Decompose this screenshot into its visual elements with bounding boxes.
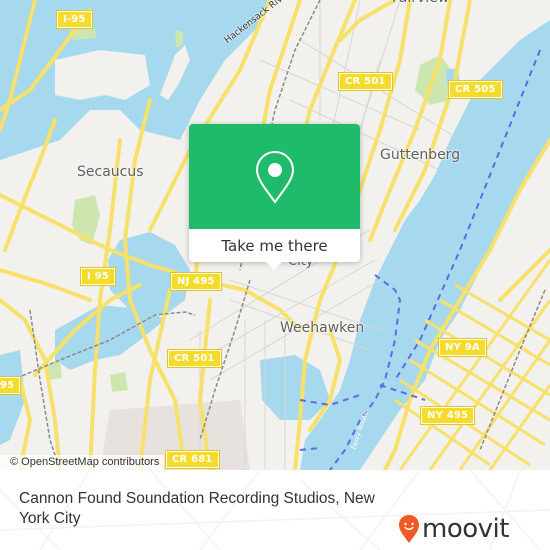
moovit-logo-text: moovit (422, 514, 509, 544)
moovit-pin-icon (399, 515, 419, 543)
moovit-logo[interactable]: moovit (398, 514, 509, 544)
popup-header (189, 124, 360, 229)
road-shield-i95-left: 95 (0, 376, 22, 395)
place-label-weehawken: Weehawken (280, 320, 365, 336)
road-shield-nj495: NJ 495 (170, 272, 222, 291)
place-label-guttenberg: Guttenberg (380, 147, 461, 163)
popup-tail (266, 262, 282, 270)
road-shield-cr501-mid: CR 501 (167, 349, 222, 368)
place-label-secaucus: Secaucus (77, 164, 144, 180)
place-label-fairview: Fairview (392, 0, 449, 6)
map-pin-icon (255, 150, 294, 204)
road-shield-cr505: CR 505 (448, 80, 503, 99)
road-shield-ny9a: NY 9A (438, 338, 487, 357)
map-view[interactable]: Fairview Secaucus Guttenberg Weehawken C… (0, 0, 550, 470)
destination-title: Cannon Found Soundation Recording Studio… (19, 490, 375, 527)
map-attribution[interactable]: © OpenStreetMap contributors (0, 455, 165, 470)
take-me-there-button[interactable]: Take me there (189, 229, 360, 262)
road-shield-cr681: CR 681 (165, 450, 220, 469)
road-shield-i95-mid: I 95 (80, 267, 116, 286)
destination-popup: Take me there (189, 124, 360, 270)
road-shield-cr501: CR 501 (338, 72, 393, 91)
road-shield-i95: I-95 (56, 10, 93, 29)
road-shield-ny495: NY 495 (419, 406, 476, 425)
